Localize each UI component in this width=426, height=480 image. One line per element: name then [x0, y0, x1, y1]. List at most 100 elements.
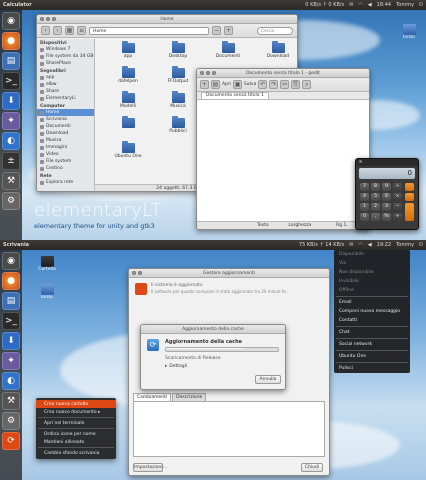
key-5[interactable]: 5: [371, 193, 380, 201]
terminal-icon[interactable]: >_: [2, 72, 20, 90]
menu-item-email[interactable]: Email: [334, 298, 410, 307]
close-icon[interactable]: [200, 71, 204, 75]
view-list-button[interactable]: ≡: [77, 26, 86, 35]
desktop-icon-cartella[interactable]: Cartella: [34, 256, 60, 272]
key-divide[interactable]: ÷: [393, 183, 402, 191]
minimize-icon[interactable]: [138, 271, 142, 275]
menu-item-compose[interactable]: Componi nuovo messaggio: [334, 307, 410, 316]
menu-item-new-folder[interactable]: Crea nuova cartella: [36, 400, 116, 408]
firefox-icon[interactable]: ●: [2, 272, 20, 290]
volume-icon[interactable]: ◀: [368, 242, 372, 248]
power-icon[interactable]: ⏻: [419, 242, 423, 248]
sidebar-item[interactable]: Share: [37, 88, 94, 95]
file-item[interactable]: Desktop: [153, 41, 203, 59]
forward-button[interactable]: ›: [53, 26, 62, 35]
zoom-out-button[interactable]: −: [212, 26, 221, 35]
view-grid-button[interactable]: ▦: [65, 26, 74, 35]
terminal-icon[interactable]: >_: [2, 312, 20, 330]
sidebar-item[interactable]: SharePlace: [37, 60, 94, 67]
tab-width-selector[interactable]: Larghezza tabulazione: 8: [288, 222, 328, 229]
close-icon[interactable]: [359, 160, 362, 163]
menu-item-new-document[interactable]: Crea nuovo documento ▸: [36, 408, 116, 416]
settings-button[interactable]: Impostazioni...: [133, 463, 167, 472]
sidebar-item[interactable]: File system: [37, 158, 94, 165]
key-1[interactable]: 1: [360, 203, 369, 211]
mail-icon[interactable]: ✉: [349, 242, 353, 248]
search-button[interactable]: ⌕: [302, 80, 312, 89]
power-icon[interactable]: ⏻: [419, 2, 423, 8]
key-decimal[interactable]: ,: [371, 213, 380, 221]
settings-icon[interactable]: ✦: [2, 112, 20, 130]
user-menu[interactable]: Tommy: [396, 2, 414, 8]
menu-item-social[interactable]: Social network: [334, 340, 410, 349]
sidebar-item[interactable]: File system da 34 GB: [37, 53, 94, 60]
cancel-button[interactable]: Annulla: [255, 375, 281, 384]
back-button[interactable]: ‹: [41, 26, 50, 35]
chrome-icon[interactable]: ◐: [2, 372, 20, 390]
settings-icon[interactable]: ✦: [2, 352, 20, 370]
key-8[interactable]: 8: [371, 183, 380, 191]
key-6[interactable]: 6: [382, 193, 391, 201]
menu-item-sort-by-name[interactable]: Ordina icone per nome: [36, 430, 116, 438]
redo-button[interactable]: ↷: [269, 80, 279, 89]
gear-icon[interactable]: ⚙: [2, 412, 20, 430]
tab-document[interactable]: Documento senza titolo 1: [201, 92, 269, 99]
status-away[interactable]: Via: [334, 259, 410, 268]
menu-item-open-terminal[interactable]: Apri nel terminale: [36, 419, 116, 427]
tools-icon[interactable]: ⚒: [2, 392, 20, 410]
wifi-icon[interactable]: ◠: [358, 2, 362, 8]
key-multiply[interactable]: ×: [393, 193, 402, 201]
wifi-icon[interactable]: ◠: [358, 242, 362, 248]
search-input[interactable]: Cerca: [257, 26, 293, 35]
key-equals[interactable]: [405, 203, 414, 221]
sidebar-item-home[interactable]: Home: [37, 109, 94, 116]
sidebar-item[interactable]: Musica: [37, 137, 94, 144]
tools-icon[interactable]: ⚒: [2, 172, 20, 190]
sidebar-item[interactable]: Download: [37, 130, 94, 137]
key-percent[interactable]: %: [382, 213, 391, 221]
desktop-icon-inizio[interactable]: Inizio: [34, 284, 60, 300]
file-item[interactable]: Documenti: [203, 41, 253, 59]
menu-item-contacts[interactable]: Contatti: [334, 316, 410, 325]
copy-button[interactable]: ⎘: [291, 80, 301, 89]
file-manager-titlebar[interactable]: Home: [37, 15, 297, 24]
language-selector[interactable]: Testo semplice: [257, 222, 280, 229]
sidebar-item[interactable]: Immagini: [37, 144, 94, 151]
file-item[interactable]: app: [103, 41, 153, 59]
gear-icon[interactable]: ⚙: [2, 192, 20, 210]
update-manager-titlebar[interactable]: Gestore aggiornamenti: [129, 269, 329, 278]
sidebar-item[interactable]: Video: [37, 151, 94, 158]
dash-icon[interactable]: ◉: [2, 12, 20, 30]
sidebar-item[interactable]: Esplora rete: [37, 179, 94, 186]
download-icon[interactable]: ⬇: [2, 92, 20, 110]
text-editor-area[interactable]: [197, 102, 369, 221]
clock[interactable]: 19:22: [377, 242, 391, 248]
user-menu[interactable]: Tommy: [396, 242, 414, 248]
file-item[interactable]: Download: [253, 41, 297, 59]
key-4[interactable]: 4: [360, 193, 369, 201]
files-icon[interactable]: ▤: [2, 52, 20, 70]
sidebar-item[interactable]: Scrivania: [37, 116, 94, 123]
network-indicator[interactable]: 75 KB/s ↑ 14 KB/s: [299, 242, 344, 248]
key-0[interactable]: 0: [360, 213, 369, 221]
minimize-icon[interactable]: [206, 71, 210, 75]
download-icon[interactable]: ⬇: [2, 332, 20, 350]
undo-button[interactable]: ↶: [258, 80, 268, 89]
network-indicator[interactable]: 0 KB/s ↑ 0 KB/s: [305, 2, 344, 8]
sidebar-item[interactable]: Cestino: [37, 165, 94, 172]
update-manager-icon[interactable]: ⟳: [2, 432, 20, 450]
path-bar[interactable]: Home: [89, 26, 209, 35]
close-icon[interactable]: [40, 17, 44, 21]
sidebar-item[interactable]: Documenti: [37, 123, 94, 130]
sidebar-item[interactable]: elbw: [37, 81, 94, 88]
key-backspace[interactable]: [405, 193, 414, 201]
gedit-titlebar[interactable]: Documento senza titolo 1 - gedit: [197, 69, 369, 78]
tab-changes[interactable]: Cambiamenti: [133, 393, 172, 401]
tab-description[interactable]: Descrizione: [172, 393, 207, 401]
sidebar-item[interactable]: Windows 7: [37, 46, 94, 53]
maximize-icon[interactable]: [52, 17, 56, 21]
status-busy[interactable]: Non disponibile: [334, 268, 410, 277]
menu-item-clear[interactable]: Pulisci: [334, 364, 410, 373]
mail-icon[interactable]: ✉: [349, 2, 353, 8]
file-item[interactable]: [103, 116, 153, 134]
